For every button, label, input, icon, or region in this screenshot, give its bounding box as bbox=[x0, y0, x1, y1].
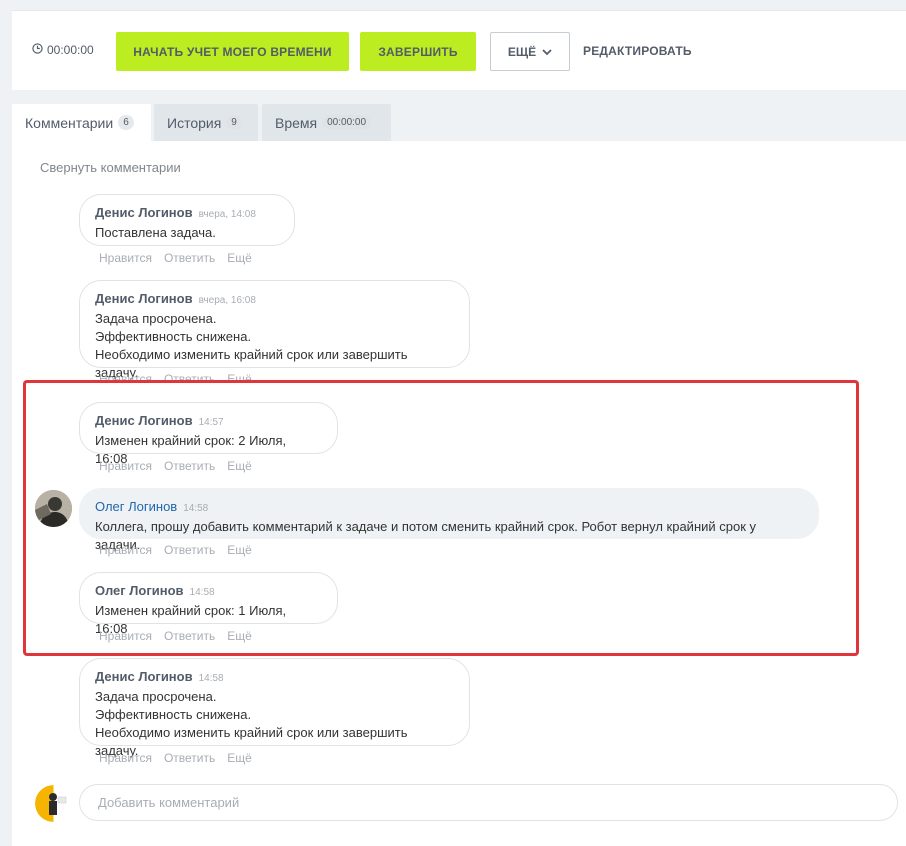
timer: 00:00:00 bbox=[32, 43, 94, 57]
reply-link[interactable]: Ответить bbox=[164, 751, 215, 765]
comment-actions: Нравится Ответить Ещё bbox=[99, 251, 252, 265]
comment-time: 14:58 bbox=[189, 587, 215, 598]
comment-actions: Нравится Ответить Ещё bbox=[99, 459, 252, 473]
comment-bubble: Денис Логинов вчера, 16:08 Задача просроч… bbox=[79, 280, 470, 380]
comment-time: 14:58 bbox=[198, 673, 224, 684]
like-link[interactable]: Нравится bbox=[99, 543, 152, 557]
tab-label: Время bbox=[275, 114, 318, 131]
more-link[interactable]: Ещё bbox=[227, 629, 252, 643]
comment-text: Задача просрочена. bbox=[95, 689, 217, 704]
like-link[interactable]: Нравится bbox=[99, 251, 152, 265]
user-avatar[interactable] bbox=[35, 490, 72, 527]
tab-label: История bbox=[167, 114, 222, 131]
tab-label: Комментарии bbox=[25, 114, 114, 131]
start-time-tracking-button[interactable]: НАЧАТЬ УЧЕТ МОЕГО ВРЕМЕНИ bbox=[116, 32, 349, 71]
tab-comments[interactable]: Комментарии 6 bbox=[12, 104, 151, 141]
chevron-down-icon bbox=[542, 45, 552, 59]
comment-author[interactable]: Олег Логинов bbox=[95, 583, 184, 598]
task-toolbar: 00:00:00 НАЧАТЬ УЧЕТ МОЕГО ВРЕМЕНИ ЗАВЕР… bbox=[12, 10, 906, 90]
comment-bubble: Денис Логинов 14:57 Изменен крайний срок:… bbox=[79, 402, 338, 466]
comment-text: Задача просрочена. bbox=[95, 311, 217, 326]
like-link[interactable]: Нравится bbox=[99, 751, 152, 765]
comment-bubble: Олег Логинов 14:58 Коллега, прошу добавит… bbox=[79, 488, 819, 552]
more-link[interactable]: Ещё bbox=[227, 543, 252, 557]
comment-author[interactable]: Олег Логинов bbox=[95, 499, 177, 514]
edit-button[interactable]: РЕДАКТИРОВАТЬ bbox=[583, 44, 692, 58]
tab-count-badge: 9 bbox=[226, 115, 242, 130]
more-label: ЕЩЁ bbox=[507, 44, 537, 59]
comment-text: Эффективность снижена. bbox=[95, 329, 252, 344]
tab-count-badge: 00:00:00 bbox=[322, 115, 372, 130]
like-link[interactable]: Нравится bbox=[99, 459, 152, 473]
comment-author[interactable]: Денис Логинов bbox=[95, 669, 193, 684]
comment-bubble: Денис Логинов вчера, 14:08 Поставлена зад… bbox=[79, 194, 295, 246]
current-user-avatar bbox=[35, 785, 72, 822]
finish-button[interactable]: ЗАВЕРШИТЬ bbox=[360, 32, 476, 71]
more-link[interactable]: Ещё bbox=[227, 751, 252, 765]
comment-author[interactable]: Денис Логинов bbox=[95, 413, 193, 428]
comment-time: вчера, 16:08 bbox=[198, 295, 256, 306]
reply-link[interactable]: Ответить bbox=[164, 459, 215, 473]
comment-actions: Нравится Ответить Ещё bbox=[99, 543, 252, 557]
reply-link[interactable]: Ответить bbox=[164, 543, 215, 557]
comment-text: Поставлена задача. bbox=[95, 225, 216, 240]
comment-actions: Нравится Ответить Ещё bbox=[99, 751, 252, 765]
more-button[interactable]: ЕЩЁ bbox=[490, 32, 570, 71]
comment-bubble: Олег Логинов 14:58 Изменен крайний срок: … bbox=[79, 572, 338, 636]
reply-link[interactable]: Ответить bbox=[164, 251, 215, 265]
more-link[interactable]: Ещё bbox=[227, 251, 252, 265]
collapse-comments-link[interactable]: Свернуть комментарии bbox=[40, 160, 181, 175]
timer-value: 00:00:00 bbox=[47, 43, 94, 57]
more-link[interactable]: Ещё bbox=[227, 459, 252, 473]
add-comment-placeholder: Добавить комментарий bbox=[98, 795, 240, 810]
comment-bubble: Денис Логинов 14:58 Задача просрочена. Эф… bbox=[79, 658, 470, 758]
comment-actions: Нравится Ответить Ещё bbox=[99, 629, 252, 643]
comment-author[interactable]: Денис Логинов bbox=[95, 291, 193, 306]
tab-history[interactable]: История 9 bbox=[154, 104, 258, 141]
tab-count-badge: 6 bbox=[118, 115, 134, 130]
tab-time[interactable]: Время 00:00:00 bbox=[262, 104, 391, 141]
comment-author[interactable]: Денис Логинов bbox=[95, 205, 193, 220]
clock-icon bbox=[32, 43, 43, 57]
comment-time: 14:58 bbox=[183, 503, 209, 514]
like-link[interactable]: Нравится bbox=[99, 629, 152, 643]
user-photo-icon bbox=[35, 785, 72, 822]
comment-time: вчера, 14:08 bbox=[198, 209, 256, 220]
reply-link[interactable]: Ответить bbox=[164, 629, 215, 643]
comment-time: 14:57 bbox=[198, 417, 224, 428]
user-photo-icon bbox=[35, 490, 72, 527]
add-comment-input[interactable]: Добавить комментарий bbox=[79, 784, 898, 821]
comment-text: Эффективность снижена. bbox=[95, 707, 252, 722]
